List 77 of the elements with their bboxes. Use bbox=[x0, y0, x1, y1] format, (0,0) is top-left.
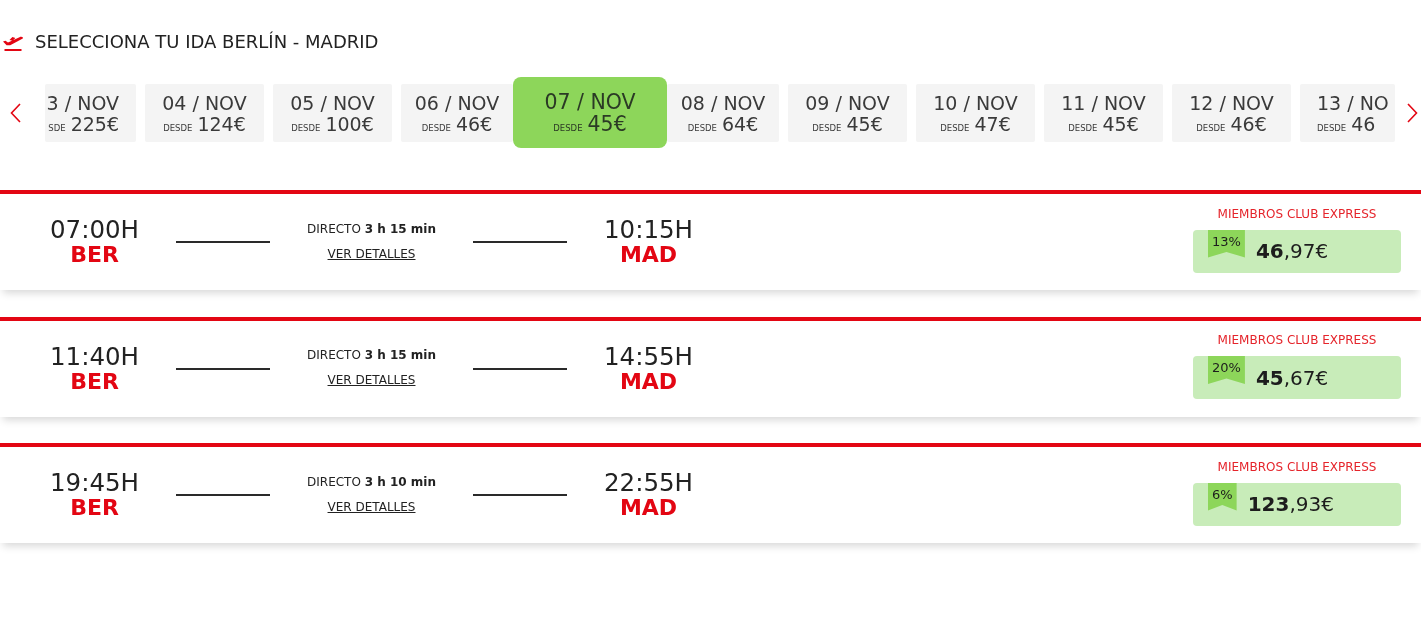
date-label: 11 / NOV bbox=[1061, 92, 1146, 113]
price-label: 46€ bbox=[1230, 112, 1267, 135]
arrival-airport: MAD bbox=[618, 369, 679, 394]
from-label: DESDE bbox=[163, 121, 193, 135]
price-label: 46 bbox=[1351, 112, 1376, 135]
arrival-time: 14:55H bbox=[604, 343, 694, 370]
price-label: 225€ bbox=[70, 112, 119, 135]
departure-airport: BER bbox=[69, 369, 120, 394]
date-tile[interactable]: 09 / NOV DESDE 45€ bbox=[788, 83, 907, 142]
fare-option[interactable]: 13% 46,97€ bbox=[1193, 229, 1401, 273]
discount-ribbon: 6% bbox=[1208, 482, 1237, 511]
date-tile[interactable]: 05 / NOV DESDE 100€ bbox=[273, 83, 392, 142]
fare-price: 46,97€ bbox=[1255, 238, 1329, 265]
fare-label: MIEMBROS CLUB EXPRESS bbox=[1216, 205, 1378, 222]
arrival-time: 22:55H bbox=[604, 470, 694, 496]
date-tile[interactable]: 11 / NOV DESDE 45€ bbox=[1044, 83, 1163, 142]
date-tile[interactable]: 3 / NOV SDE 225€ bbox=[45, 83, 136, 142]
date-label: 06 / NOV bbox=[414, 92, 500, 113]
price-label: 45€ bbox=[1102, 112, 1139, 135]
date-label: 07 / NOV bbox=[544, 91, 636, 113]
route-summary: DIRECTO 3 h 15 min bbox=[307, 347, 436, 364]
date-tile[interactable]: 08 / NOV DESDE 64€ bbox=[667, 83, 779, 142]
departure-time: 19:45H bbox=[50, 470, 140, 496]
date-label: 08 / NOV bbox=[680, 92, 766, 113]
arrival-airport: MAD bbox=[618, 243, 679, 267]
page-title: SELECCIONA TU IDA BERLÍN - MADRID bbox=[35, 31, 379, 53]
details-link[interactable]: VER DETALLES bbox=[327, 498, 416, 515]
price-label: 45€ bbox=[587, 113, 627, 135]
route-summary: DIRECTO 3 h 10 min bbox=[307, 473, 436, 491]
from-label: DESDE bbox=[1068, 121, 1098, 135]
from-label: DESDE bbox=[940, 121, 970, 135]
details-link[interactable]: VER DETALLES bbox=[327, 372, 416, 388]
from-label: DESDE bbox=[812, 121, 842, 135]
from-label: DESDE bbox=[553, 122, 583, 135]
chevron-right-icon bbox=[1407, 102, 1419, 123]
date-label: 05 / NOV bbox=[290, 92, 375, 113]
price-label: 124€ bbox=[197, 112, 246, 135]
date-label: 10 / NOV bbox=[933, 92, 1018, 113]
date-tile[interactable]: 12 / NOV DESDE 46€ bbox=[1172, 83, 1291, 142]
date-tile[interactable]: 04 / NOV DESDE 124€ bbox=[145, 83, 264, 142]
date-label: 3 / NOV bbox=[46, 92, 119, 113]
price-label: 45€ bbox=[846, 112, 883, 135]
from-label: DESDE bbox=[291, 121, 321, 135]
fare-option[interactable]: 6% 123,93€ bbox=[1193, 482, 1401, 526]
discount-ribbon: 20% bbox=[1208, 356, 1245, 384]
price-label: 46€ bbox=[456, 112, 493, 135]
departure-airport: BER bbox=[69, 496, 120, 520]
date-label: 04 / NOV bbox=[162, 92, 247, 113]
price-label: 64€ bbox=[722, 112, 759, 135]
from-label: DESDE bbox=[1196, 121, 1226, 135]
price-label: 100€ bbox=[325, 112, 374, 135]
from-label: SDE bbox=[48, 121, 66, 135]
date-tile[interactable]: 07 / NOV DESDE 45€ bbox=[513, 77, 667, 148]
departure-airport: BER bbox=[69, 243, 120, 267]
fare-option[interactable]: 20% 45,67€ bbox=[1193, 356, 1401, 399]
date-label: 13 / NO bbox=[1317, 92, 1389, 113]
route-summary: DIRECTO 3 h 15 min bbox=[307, 220, 436, 238]
arrival-time: 10:15H bbox=[604, 217, 694, 243]
from-label: DESDE bbox=[687, 121, 717, 135]
fare-price: 123,93€ bbox=[1247, 491, 1334, 518]
departure-time: 07:00H bbox=[50, 217, 140, 243]
arrival-airport: MAD bbox=[618, 496, 679, 520]
date-label: 09 / NOV bbox=[805, 92, 890, 113]
fare-label: MIEMBROS CLUB EXPRESS bbox=[1216, 332, 1378, 348]
discount-ribbon: 13% bbox=[1208, 229, 1245, 258]
date-tile[interactable]: 06 / NOV DESDE 46€ bbox=[401, 83, 513, 142]
fare-label: MIEMBROS CLUB EXPRESS bbox=[1216, 458, 1378, 475]
from-label: DESDE bbox=[1317, 121, 1347, 135]
departure-time: 11:40H bbox=[50, 343, 140, 370]
price-label: 47€ bbox=[974, 112, 1011, 135]
fare-price: 45,67€ bbox=[1255, 364, 1329, 392]
from-label: DESDE bbox=[421, 121, 451, 135]
date-tile[interactable]: 10 / NOV DESDE 47€ bbox=[916, 83, 1035, 142]
chevron-left-icon bbox=[9, 102, 21, 123]
date-label: 12 / NOV bbox=[1189, 92, 1274, 113]
details-link[interactable]: VER DETALLES bbox=[327, 245, 416, 262]
date-tile[interactable]: 13 / NO DESDE 46 bbox=[1300, 83, 1395, 142]
